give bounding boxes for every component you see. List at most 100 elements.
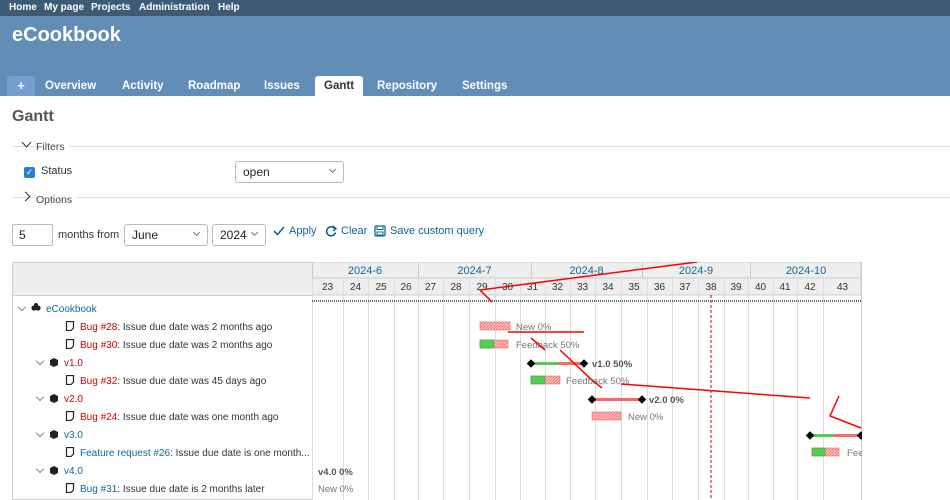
subject-link[interactable]: Bug #32: [80, 376, 117, 387]
tab-settings[interactable]: Settings: [453, 76, 516, 96]
refresh-icon[interactable]: [325, 225, 337, 237]
chevron-down-icon[interactable]: [17, 302, 27, 312]
filters-divider: [12, 146, 950, 147]
week-label: 24: [350, 282, 362, 293]
issue-icon: [65, 375, 75, 385]
issue-bar: [591, 411, 622, 421]
week-label: 42: [804, 282, 816, 293]
top-menu-my-page[interactable]: My page: [44, 2, 84, 13]
tab-repository[interactable]: Repository: [368, 76, 446, 96]
subject-text: : Issue due date was 45 days ago: [117, 376, 267, 387]
status-label: Status: [41, 165, 73, 177]
subject-link[interactable]: v3.0: [64, 430, 83, 441]
chevron-down-icon: [328, 165, 337, 174]
gantt-subject-row[interactable]: Bug #28: Issue due date was 2 months ago: [65, 319, 272, 337]
subjects-header: [13, 263, 313, 296]
year-select[interactable]: 2024: [212, 224, 266, 246]
options-legend[interactable]: Options: [36, 194, 77, 206]
project-icon: [31, 303, 41, 311]
chevron-down-icon[interactable]: [35, 356, 45, 366]
header: eCookbook + Overview Activity Roadmap Is…: [0, 16, 950, 96]
chevron-right-icon[interactable]: [20, 191, 31, 202]
issue-icon: [65, 411, 75, 421]
week-label: 23: [322, 282, 334, 293]
tab-activity[interactable]: Activity: [113, 76, 173, 96]
week-label: 27: [425, 282, 437, 293]
months-input[interactable]: 5: [12, 224, 53, 246]
tab-roadmap[interactable]: Roadmap: [179, 76, 249, 96]
gantt-bar-label: v4.0 0%: [318, 467, 353, 478]
subject-link[interactable]: v4.0: [64, 466, 83, 477]
filters-legend[interactable]: Filters: [36, 141, 69, 153]
gantt-subject-row[interactable]: Bug #30: Issue due date was 2 months ago: [65, 337, 272, 355]
week-label: 39: [730, 282, 742, 293]
main-content: Gantt Filters ✓ Status open Options 5 mo…: [0, 96, 950, 500]
save-query-link[interactable]: Save custom query: [390, 225, 484, 237]
month-label: 2024-9: [679, 265, 713, 277]
subject-link[interactable]: v1.0: [64, 358, 83, 369]
tab-issues[interactable]: Issues: [255, 76, 309, 96]
months-from-label: months from: [58, 229, 120, 241]
status-operator-select[interactable]: open: [235, 161, 344, 183]
issue-bar-done: [811, 447, 826, 457]
tab-new[interactable]: +: [7, 76, 35, 96]
gantt-bar-label: Feedback 50%: [847, 448, 862, 459]
gantt-subject-row[interactable]: v3.0: [35, 427, 83, 445]
gantt-subject-row[interactable]: Bug #31: Issue due date is 2 months late…: [65, 481, 265, 499]
top-menu-home[interactable]: Home: [9, 2, 37, 13]
checkmark-icon[interactable]: [273, 226, 285, 236]
month-label: 2024-6: [348, 265, 382, 277]
tab-overview[interactable]: Overview: [36, 76, 105, 96]
top-menu-projects[interactable]: Projects: [91, 2, 130, 13]
apply-link[interactable]: Apply: [289, 225, 317, 237]
month-value: June: [132, 228, 159, 242]
week-label: 32: [552, 282, 564, 293]
version-start-marker: [805, 431, 815, 440]
week-label: 34: [602, 282, 614, 293]
tab-gantt[interactable]: Gantt: [315, 76, 364, 96]
chevron-down-icon[interactable]: [35, 464, 45, 474]
subject-link[interactable]: eCookbook: [46, 304, 97, 315]
month-select[interactable]: June: [124, 224, 208, 246]
save-icon[interactable]: [374, 225, 386, 237]
clear-link[interactable]: Clear: [341, 225, 367, 237]
gantt-bar-label: New 0%: [318, 484, 354, 495]
gantt-subject-row[interactable]: eCookbook: [17, 301, 97, 319]
subject-link[interactable]: Feature request #26: [80, 448, 170, 459]
week-label: 36: [654, 282, 666, 293]
gantt-bar-label: New 0%: [628, 412, 664, 423]
issue-icon: [65, 483, 75, 493]
gantt-subject-row[interactable]: v4.0: [35, 463, 83, 481]
chevron-down-icon[interactable]: [35, 392, 45, 402]
subject-link[interactable]: Bug #24: [80, 412, 117, 423]
chevron-down-icon: [192, 228, 201, 237]
subject-link[interactable]: Bug #31: [80, 484, 117, 495]
chevron-down-icon[interactable]: [35, 428, 45, 438]
gantt-subject-row[interactable]: v1.0: [35, 355, 83, 373]
issue-bar-done: [479, 339, 495, 349]
subject-text: : Issue due date is one month...: [170, 448, 310, 459]
page-title: Gantt: [12, 108, 54, 125]
top-menu-help[interactable]: Help: [218, 2, 240, 13]
subject-link[interactable]: Bug #30: [80, 340, 117, 351]
chevron-down-icon: [250, 228, 259, 237]
gantt-subject-row[interactable]: v2.0: [35, 391, 83, 409]
subject-text: : Issue due date was one month ago: [117, 412, 279, 423]
subject-link[interactable]: v2.0: [64, 394, 83, 405]
gantt-chart: eCookbook Bug #28: Issue due date was 2 m…: [12, 262, 862, 500]
project-title[interactable]: eCookbook: [12, 24, 121, 47]
week-label: 41: [779, 282, 791, 293]
issue-bar-done: [530, 375, 546, 385]
week-label: 43: [837, 282, 849, 293]
version-bar: [592, 398, 642, 401]
subject-link[interactable]: Bug #28: [80, 322, 117, 333]
gantt-subject-row[interactable]: Bug #24: Issue due date was one month ag…: [65, 409, 279, 427]
status-checkbox[interactable]: ✓: [24, 167, 35, 178]
gantt-subject-row[interactable]: Bug #32: Issue due date was 45 days ago: [65, 373, 266, 391]
version-end-marker: [579, 359, 589, 368]
gantt-subject-row[interactable]: Feature request #26: Issue due date is o…: [65, 445, 310, 463]
subject-text: : Issue due date was 2 months ago: [117, 340, 273, 351]
top-menu-administration[interactable]: Administration: [139, 2, 210, 13]
version-end-marker: [856, 431, 862, 440]
package-icon: [50, 394, 58, 403]
